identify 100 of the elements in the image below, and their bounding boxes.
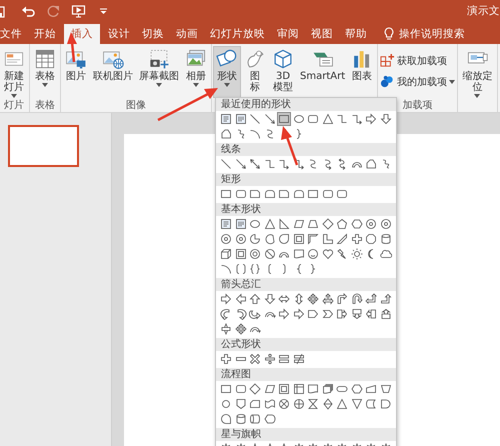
model3d-button[interactable]: 3D模型 — [269, 46, 297, 98]
shape-icon[interactable] — [378, 397, 392, 411]
shape-icon[interactable] — [320, 307, 334, 321]
shape-icon[interactable] — [350, 292, 364, 306]
shape-icon[interactable] — [335, 187, 349, 201]
table-button[interactable]: 表格 — [31, 46, 59, 98]
shape-icon[interactable] — [277, 292, 291, 306]
shape-icon[interactable] — [248, 292, 262, 306]
shape-icon[interactable] — [364, 232, 378, 246]
shape-icon[interactable] — [219, 397, 233, 411]
undo-icon[interactable] — [21, 4, 36, 18]
ribbon-tab[interactable]: 开始 — [28, 24, 62, 44]
shape-icon[interactable] — [292, 187, 306, 201]
shape-icon[interactable] — [292, 217, 306, 231]
my-addins-button[interactable]: 我的加载项 — [379, 73, 456, 90]
shape-icon[interactable] — [292, 382, 306, 396]
shape-icon[interactable] — [234, 157, 248, 171]
shape-icon[interactable] — [248, 187, 262, 201]
shape-icon[interactable] — [364, 292, 378, 306]
shape-icon[interactable] — [292, 247, 306, 261]
shape-icon[interactable] — [262, 352, 276, 366]
shape-icon[interactable] — [350, 382, 364, 396]
shape-icon[interactable] — [219, 412, 233, 426]
shape-icon[interactable] — [262, 382, 276, 396]
shape-icon[interactable] — [219, 262, 233, 276]
ribbon-tab[interactable]: 视图 — [305, 24, 339, 44]
shape-icon[interactable] — [219, 112, 233, 126]
shape-icon[interactable] — [248, 412, 262, 426]
shape-icon[interactable] — [262, 247, 276, 261]
shape-icon[interactable] — [277, 157, 291, 171]
shape-icon[interactable] — [234, 322, 248, 336]
zoom-button[interactable]: 缩放定位 — [459, 46, 496, 98]
shape-icon[interactable] — [378, 307, 392, 321]
shape-icon[interactable] — [277, 232, 291, 246]
ribbon-tab[interactable]: 切换 — [136, 24, 170, 44]
ribbon-tab[interactable]: 动画 — [170, 24, 204, 44]
shape-icon[interactable] — [234, 262, 248, 276]
shape-icon[interactable] — [234, 217, 248, 231]
shape-icon[interactable] — [350, 112, 364, 126]
shape-icon[interactable] — [350, 217, 364, 231]
shape-icon[interactable] — [292, 307, 306, 321]
shape-icon[interactable] — [219, 352, 233, 366]
shape-icon[interactable] — [335, 307, 349, 321]
shape-icon[interactable] — [219, 322, 233, 336]
shape-icon[interactable] — [378, 292, 392, 306]
picture-button[interactable]: 图片 — [62, 46, 90, 98]
shape-icon[interactable] — [335, 292, 349, 306]
shape-icon[interactable] — [320, 187, 334, 201]
shape-icon[interactable] — [364, 307, 378, 321]
shape-icon[interactable] — [219, 157, 233, 171]
shape-icon[interactable] — [262, 187, 276, 201]
shape-icon[interactable] — [378, 382, 392, 396]
shape-icon[interactable] — [234, 112, 248, 126]
shape-icon[interactable] — [262, 232, 276, 246]
shapes-button[interactable]: 形状 — [213, 46, 241, 98]
shape-icon[interactable] — [262, 397, 276, 411]
shape-icon[interactable] — [234, 187, 248, 201]
shape-icon[interactable] — [350, 397, 364, 411]
album-button[interactable]: 相册 — [182, 46, 210, 98]
shape-icon[interactable] — [277, 352, 291, 366]
shape-icon[interactable] — [335, 247, 349, 261]
shape-icon[interactable] — [219, 232, 233, 246]
get-addins-button[interactable]: 获取加载项 — [379, 52, 448, 69]
shape-icon[interactable] — [306, 217, 320, 231]
online-picture-button[interactable]: 联机图片 — [90, 46, 136, 98]
shape-icon[interactable] — [219, 382, 233, 396]
shape-icon[interactable] — [335, 232, 349, 246]
shape-icon[interactable] — [320, 292, 334, 306]
shape-icon[interactable] — [277, 187, 291, 201]
shape-icon[interactable] — [292, 232, 306, 246]
shape-icon[interactable] — [262, 217, 276, 231]
shape-icon[interactable] — [378, 112, 392, 126]
shape-icon[interactable] — [219, 127, 233, 141]
shape-icon[interactable] — [306, 382, 320, 396]
shape-icon[interactable] — [320, 397, 334, 411]
shape-icon[interactable] — [306, 232, 320, 246]
shape-icon[interactable] — [248, 352, 262, 366]
shape-icon[interactable] — [248, 112, 262, 126]
shape-icon[interactable] — [320, 382, 334, 396]
shape-icon[interactable] — [248, 397, 262, 411]
smartart-button[interactable]: SmartArt — [297, 46, 348, 98]
shape-icon[interactable] — [364, 157, 378, 171]
shape-icon[interactable] — [219, 292, 233, 306]
shape-icon[interactable] — [262, 112, 276, 126]
shape-icon[interactable] — [320, 112, 334, 126]
shape-icon[interactable] — [262, 157, 276, 171]
shape-icon[interactable] — [248, 247, 262, 261]
shape-icon[interactable] — [335, 397, 349, 411]
shape-icon[interactable] — [277, 217, 291, 231]
shape-icon[interactable] — [234, 382, 248, 396]
shape-icon[interactable] — [335, 217, 349, 231]
shape-icon[interactable] — [335, 112, 349, 126]
shape-icon[interactable] — [234, 232, 248, 246]
shape-icon[interactable] — [248, 232, 262, 246]
ribbon-tab[interactable]: 设计 — [102, 24, 136, 44]
shape-icon[interactable] — [320, 217, 334, 231]
ribbon-tab[interactable]: 文件 — [0, 24, 28, 44]
shape-icon[interactable] — [248, 262, 262, 276]
shape-icon[interactable] — [378, 217, 392, 231]
shape-icon[interactable] — [248, 382, 262, 396]
